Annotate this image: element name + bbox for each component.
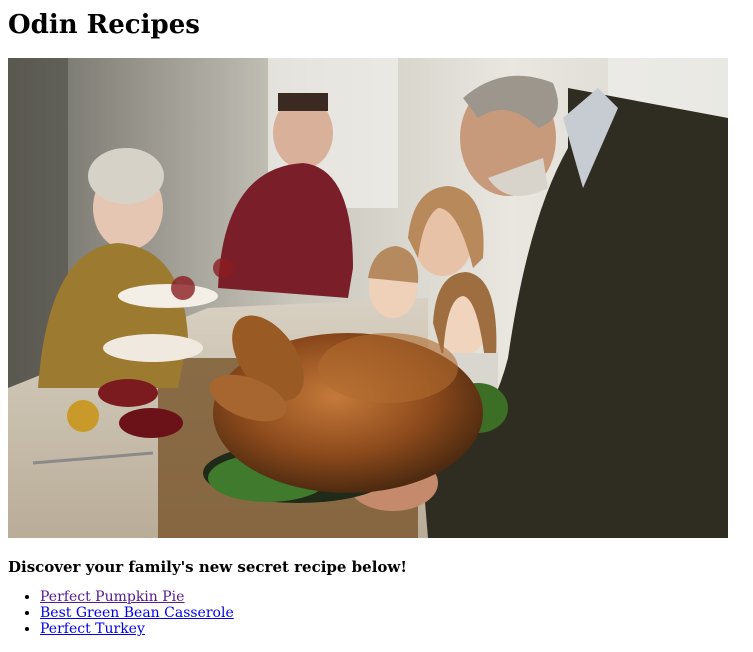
tagline: Discover your family's new secret recipe… [8,558,407,576]
recipe-list: Perfect Pumpkin Pie Best Green Bean Cass… [8,589,745,637]
page-title: Odin Recipes [8,10,200,40]
recipe-link-pumpkin-pie[interactable]: Perfect Pumpkin Pie [40,589,184,605]
hero-image [8,58,728,538]
recipe-link-perfect-turkey[interactable]: Perfect Turkey [40,621,145,637]
list-item: Perfect Turkey [40,621,745,637]
family-dinner-photo [8,58,728,538]
list-item: Perfect Pumpkin Pie [40,589,745,605]
list-item: Best Green Bean Casserole [40,605,745,621]
recipe-link-green-bean-casserole[interactable]: Best Green Bean Casserole [40,605,234,621]
page: Odin Recipes Discover your family's new … [0,0,753,637]
